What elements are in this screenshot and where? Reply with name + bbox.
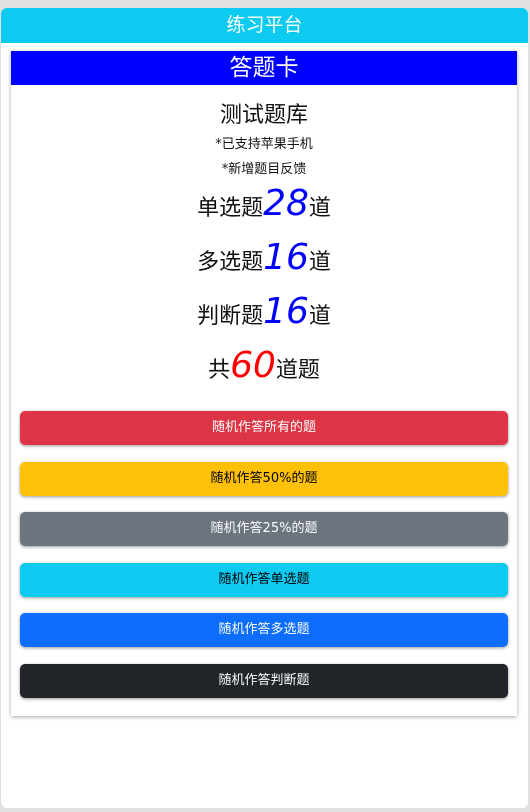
random-25-percent-button[interactable]: 随机作答25%的题: [20, 512, 508, 546]
stat-unit: 道: [308, 196, 331, 221]
stat-label: 判断题: [197, 304, 264, 329]
random-50-percent-button[interactable]: 随机作答50%的题: [20, 462, 508, 496]
app-title-bar: 练习平台: [1, 8, 528, 43]
total-label: 共: [208, 358, 231, 383]
app-title: 练习平台: [226, 14, 303, 36]
single-choice-count: 单选题28道: [11, 183, 517, 224]
stat-label: 单选题: [197, 196, 264, 221]
random-multi-choice-button[interactable]: 随机作答多选题: [20, 613, 508, 647]
stat-label: 多选题: [197, 250, 264, 275]
card-header: 答题卡: [11, 51, 517, 85]
random-true-false-button[interactable]: 随机作答判断题: [20, 664, 508, 698]
note-feedback: *新增题目反馈: [221, 162, 307, 177]
true-false-count: 判断题16道: [11, 291, 517, 332]
stat-unit: 道: [308, 304, 331, 329]
question-bank-title: 测试题库: [219, 103, 308, 128]
total-count: 共60道题: [11, 345, 517, 386]
note-iphone-support: *已支持苹果手机: [215, 137, 313, 152]
stat-number: 16: [263, 237, 309, 278]
total-number: 60: [230, 345, 276, 386]
random-single-choice-button[interactable]: 随机作答单选题: [20, 563, 508, 597]
stat-number: 16: [263, 291, 309, 332]
stat-unit: 道: [308, 250, 331, 275]
multi-choice-count: 多选题16道: [11, 237, 517, 278]
answer-card: 答题卡 测试题库 *已支持苹果手机 *新增题目反馈 单选题28道 多选题16道 …: [11, 51, 517, 716]
random-all-button[interactable]: 随机作答所有的题: [20, 411, 508, 445]
total-unit: 道题: [275, 358, 320, 383]
stat-number: 28: [263, 183, 309, 224]
